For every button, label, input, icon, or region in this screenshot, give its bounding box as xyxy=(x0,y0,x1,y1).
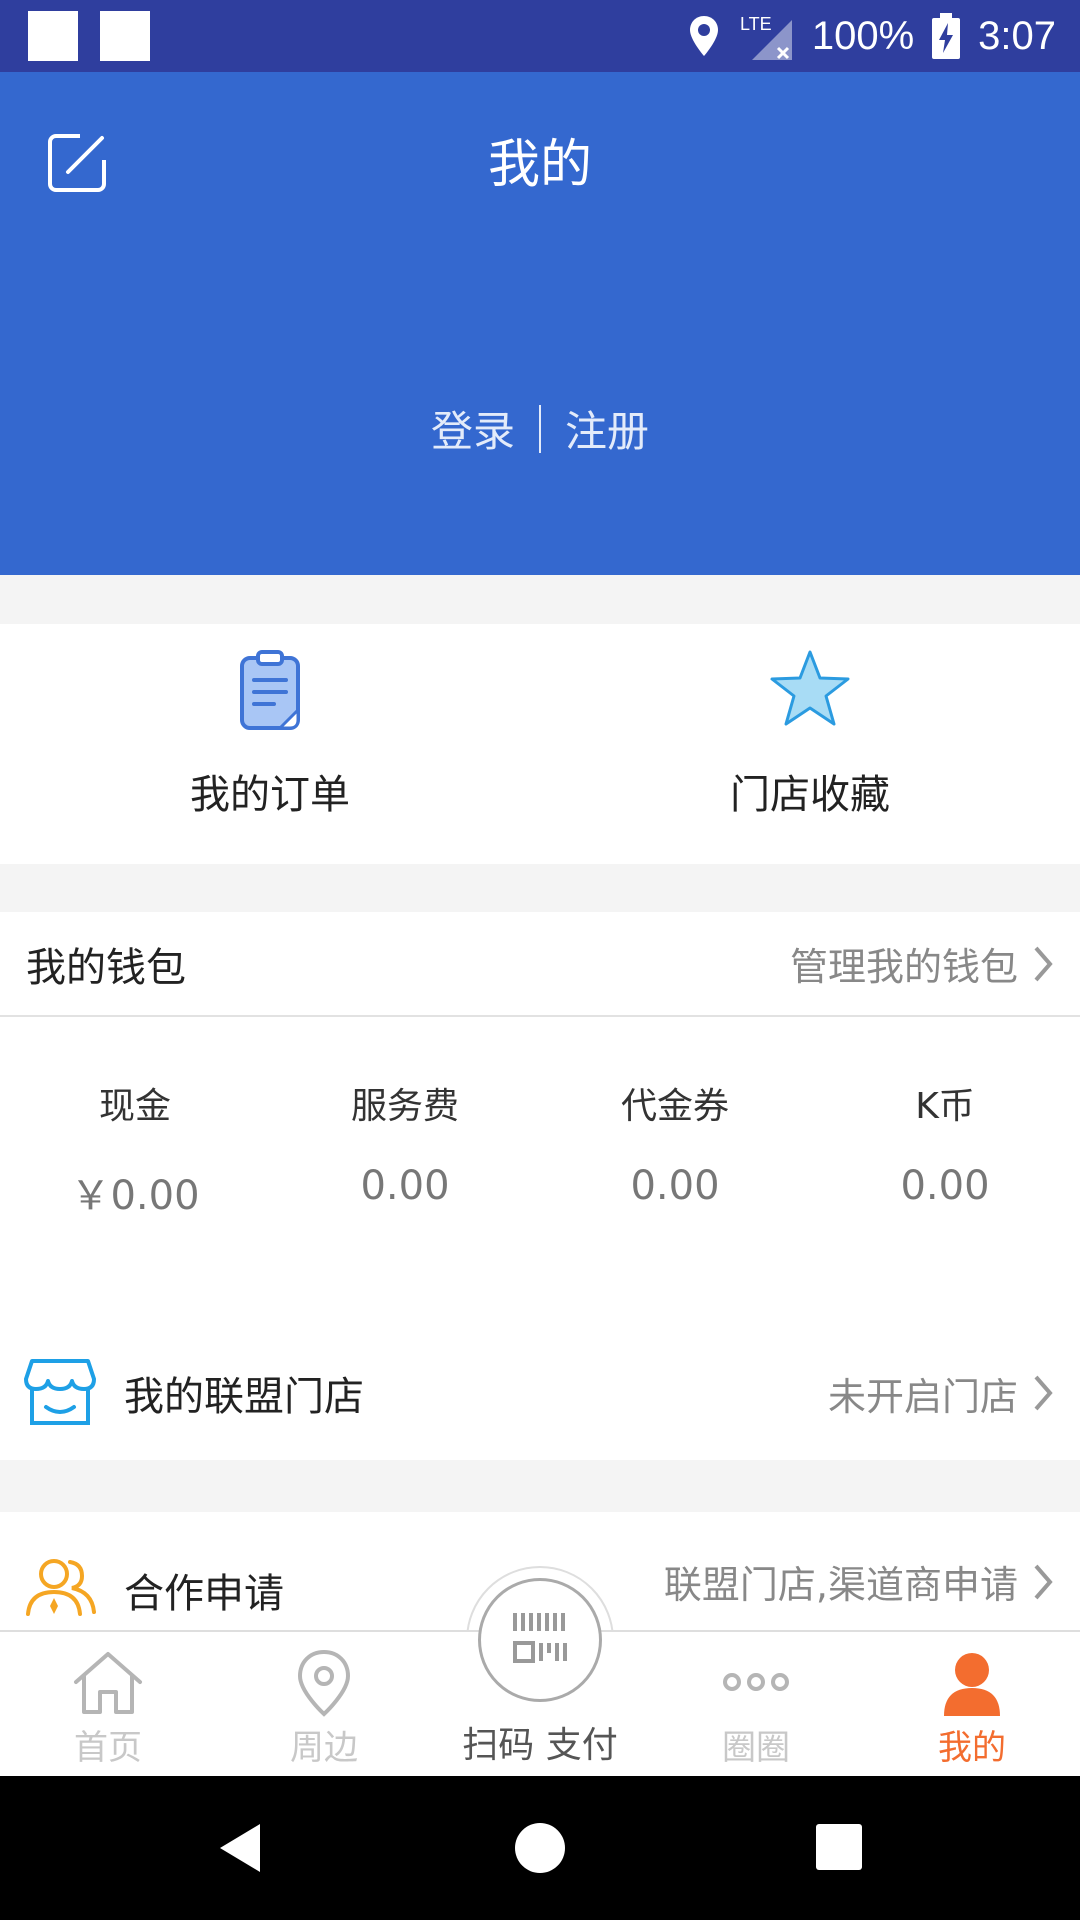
person-icon xyxy=(944,1653,1000,1716)
wallet-header: 我的钱包 管理我的钱包 xyxy=(0,912,1080,1017)
battery-text: 100% xyxy=(811,13,915,58)
store-icon xyxy=(24,1359,96,1425)
nav-label: 我的 xyxy=(938,1728,1006,1768)
clipboard-icon xyxy=(240,650,300,730)
store-favorites-label: 门店收藏 xyxy=(730,772,890,818)
balance-cash[interactable]: 现金 ￥0.00 xyxy=(0,1077,270,1221)
store-status-label: 未开启门店 xyxy=(827,1374,1018,1419)
balance-label: K币 xyxy=(915,1086,975,1127)
back-icon[interactable] xyxy=(216,1822,264,1874)
alliance-store-row[interactable]: 我的联盟门店 未开启门店 xyxy=(0,1334,1080,1452)
my-orders-button[interactable]: 我的订单 xyxy=(0,624,540,864)
store-favorites-button[interactable]: 门店收藏 xyxy=(540,624,1080,864)
nav-home[interactable]: 首页 xyxy=(0,1632,216,1776)
recents-icon[interactable] xyxy=(816,1824,862,1870)
svg-text:LTE: LTE xyxy=(740,14,772,34)
notification-icon xyxy=(100,11,150,61)
balance-label: 现金 xyxy=(98,1086,171,1127)
nav-circles[interactable]: 圈圈 xyxy=(648,1632,864,1776)
my-orders-label: 我的订单 xyxy=(190,772,350,818)
balance-voucher[interactable]: 代金券 0.00 xyxy=(540,1077,810,1221)
login-link[interactable]: 登录 xyxy=(431,398,515,459)
notification-icon xyxy=(28,11,78,61)
auth-links: 登录 注册 xyxy=(0,398,1080,459)
alliance-store-label: 我的联盟门店 xyxy=(124,1374,364,1420)
page-title: 我的 xyxy=(487,135,592,195)
balance-value: 0.00 xyxy=(360,1163,450,1209)
scan-pay-icon xyxy=(513,1613,567,1663)
cooperation-label: 合作申请 xyxy=(124,1571,284,1617)
nav-nearby[interactable]: 周边 xyxy=(216,1632,432,1776)
profile-header: 我的 登录 注册 xyxy=(0,72,1080,575)
wallet-title: 我的钱包 xyxy=(26,944,186,991)
quick-actions: 我的订单 门店收藏 xyxy=(0,624,1080,864)
dots-icon xyxy=(723,1673,789,1691)
partners-icon xyxy=(26,1559,96,1616)
register-link[interactable]: 注册 xyxy=(565,398,649,459)
balance-k-coin[interactable]: K币 0.00 xyxy=(810,1077,1080,1221)
status-indicators: LTE 100% 3:07 xyxy=(688,0,1056,72)
cooperation-detail-label: 联盟门店,渠道商申请 xyxy=(663,1563,1018,1607)
balance-label: 代金券 xyxy=(620,1086,729,1127)
scan-pay-button[interactable] xyxy=(478,1578,602,1702)
clock-text: 3:07 xyxy=(978,13,1056,58)
store-status: 未开启门店 xyxy=(828,1366,1054,1421)
balance-label: 服务费 xyxy=(350,1086,459,1127)
nav-label: 首页 xyxy=(74,1728,142,1768)
home-button-icon[interactable] xyxy=(514,1822,566,1874)
chevron-right-icon xyxy=(1034,1375,1053,1411)
manage-wallet-link[interactable]: 管理我的钱包 xyxy=(790,936,1054,991)
balance-value: ￥0.00 xyxy=(70,1173,200,1219)
location-pin-icon xyxy=(297,1649,351,1717)
nav-label: 周边 xyxy=(290,1728,358,1768)
nav-mine[interactable]: 我的 xyxy=(864,1632,1080,1776)
cooperation-left: 合作申请 xyxy=(24,1554,284,1626)
mine-screen: LTE 100% 3:07 我的 登录 注册 我的订单 门店收藏 我的钱包 管理… xyxy=(0,0,1080,1920)
status-bar: LTE 100% 3:07 xyxy=(0,0,1080,72)
home-icon xyxy=(74,1652,142,1714)
balance-list: 现金 ￥0.00 服务费 0.00 代金券 0.00 K币 0.00 xyxy=(0,1017,1080,1221)
battery-charging-icon xyxy=(932,13,961,59)
manage-wallet-label: 管理我的钱包 xyxy=(789,945,1018,989)
chevron-right-icon xyxy=(1034,1564,1053,1599)
nav-label: 圈圈 xyxy=(722,1728,790,1768)
location-icon xyxy=(689,16,718,56)
system-nav-bar xyxy=(0,1776,1080,1920)
balance-value: 0.00 xyxy=(630,1163,720,1209)
balance-value: 0.00 xyxy=(900,1163,990,1209)
balance-service-fee[interactable]: 服务费 0.00 xyxy=(270,1077,540,1221)
signal-icon: LTE xyxy=(740,14,792,60)
chevron-right-icon xyxy=(1034,946,1053,981)
star-icon xyxy=(770,650,850,726)
alliance-store-left: 我的联盟门店 xyxy=(24,1357,364,1429)
cooperation-detail: 联盟门店,渠道商申请 xyxy=(664,1554,1054,1609)
auth-divider xyxy=(539,404,541,453)
